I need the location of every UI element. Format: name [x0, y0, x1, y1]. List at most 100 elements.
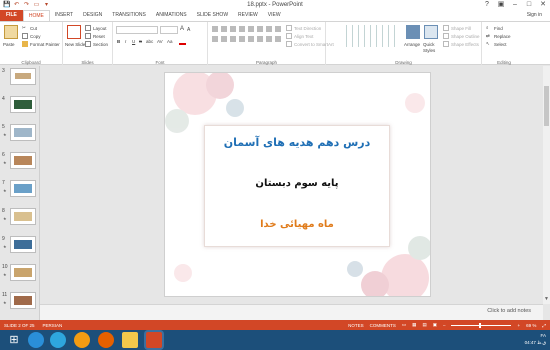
font-size-combobox[interactable]: [160, 26, 178, 34]
zoom-slider[interactable]: [451, 322, 512, 328]
smartart-icon: [286, 41, 292, 47]
slide-title[interactable]: درس دهم هدیه های آسمان: [205, 136, 389, 149]
tab-insert[interactable]: INSERT: [50, 10, 78, 21]
section-button[interactable]: Section: [85, 41, 108, 47]
italic-button[interactable]: I: [125, 39, 126, 44]
notes-pane[interactable]: Click to add notes: [40, 304, 543, 320]
shape-effects-button[interactable]: Shape Effects: [443, 41, 479, 47]
ie-icon[interactable]: [28, 332, 44, 348]
slide-canvas[interactable]: درس دهم هدیه های آسمان پایه سوم دبستان م…: [165, 73, 430, 296]
slide-subtitle[interactable]: پایه سوم دبستان: [205, 178, 389, 189]
replace-button[interactable]: ⇄ Replace: [486, 33, 511, 39]
zoom-in-icon[interactable]: +: [517, 323, 520, 328]
comments-button[interactable]: COMMENTS: [370, 323, 396, 328]
reading-view-icon[interactable]: ▤: [422, 322, 426, 328]
scrollbar-thumb[interactable]: [544, 86, 549, 126]
shape-fill-button[interactable]: Shape Fill: [443, 25, 471, 31]
slide-thumbnail[interactable]: [10, 264, 36, 281]
quick-styles-button[interactable]: Quick Styles: [423, 42, 437, 54]
text-direction-button[interactable]: Text Direction: [286, 25, 321, 31]
strikethrough-button[interactable]: S: [139, 39, 142, 44]
notes-button[interactable]: NOTES: [348, 323, 364, 328]
sign-in-link[interactable]: Sign in: [527, 10, 542, 21]
tab-review[interactable]: REVIEW: [233, 10, 263, 21]
slideshow-view-icon[interactable]: ▣: [433, 322, 437, 328]
arrange-icon[interactable]: [406, 25, 420, 39]
list-buttons-icon[interactable]: [212, 26, 282, 32]
new-slide-button[interactable]: New Slide: [65, 42, 85, 47]
paste-button[interactable]: Paste: [3, 42, 15, 47]
reset-button[interactable]: Reset: [85, 33, 105, 39]
format-painter-button[interactable]: Format Painter: [22, 41, 60, 47]
ribbon-display-icon[interactable]: ▣: [494, 0, 508, 10]
slide-thumbnail[interactable]: [10, 208, 36, 225]
scroll-down-icon[interactable]: ▼: [544, 296, 549, 302]
shrink-font-button[interactable]: A: [187, 27, 190, 33]
slide-teacher-name[interactable]: ماه مهیائی خدا: [205, 219, 389, 230]
vertical-scrollbar[interactable]: ▼: [543, 66, 550, 304]
tab-animations[interactable]: ANIMATIONS: [151, 10, 192, 21]
scissors-icon: ✂: [22, 25, 26, 30]
tab-view[interactable]: VIEW: [263, 10, 286, 21]
zoom-level[interactable]: 69 %: [526, 323, 536, 328]
bold-button[interactable]: B: [117, 39, 120, 44]
normal-view-icon[interactable]: ▭: [402, 322, 406, 328]
start-icon[interactable]: ⊞: [6, 332, 22, 348]
slide-thumbnail[interactable]: [10, 124, 36, 141]
close-icon[interactable]: ✕: [536, 0, 550, 10]
find-button[interactable]: ⌕ Find: [486, 25, 503, 31]
shapes-gallery[interactable]: [346, 25, 400, 47]
thumb-number: 5: [2, 124, 5, 130]
fit-to-window-icon[interactable]: ⤢: [542, 323, 546, 328]
maximize-icon[interactable]: □: [522, 0, 536, 10]
slide-thumbnail[interactable]: [10, 68, 36, 85]
underline-button[interactable]: U: [132, 39, 135, 44]
shape-outline-button[interactable]: Shape Outline: [443, 33, 480, 39]
telegram-icon[interactable]: [50, 332, 66, 348]
zoom-slider-thumb[interactable]: [479, 322, 482, 328]
change-case-button[interactable]: Aa: [167, 39, 173, 44]
brush-icon: [22, 41, 28, 47]
slides-group: New Slide Layout Reset Section Slides: [63, 22, 113, 65]
powerpoint-icon[interactable]: [146, 332, 162, 348]
align-text-button[interactable]: Align Text: [286, 33, 313, 39]
language-indicator[interactable]: PERSIAN: [43, 323, 63, 328]
media-player-icon[interactable]: [74, 332, 90, 348]
quick-styles-icon[interactable]: [424, 25, 438, 39]
paste-icon[interactable]: [4, 25, 18, 39]
title-card[interactable]: درس دهم هدیه های آسمان پایه سوم دبستان م…: [204, 125, 390, 247]
shape-outline-label: Shape Outline: [451, 33, 480, 39]
slide-thumbnail[interactable]: [10, 152, 36, 169]
tab-home[interactable]: HOME: [22, 9, 50, 22]
text-shadow-button[interactable]: abc: [146, 39, 153, 44]
slide-thumbnail[interactable]: [10, 96, 36, 113]
tab-design[interactable]: DESIGN: [78, 10, 107, 21]
slide-thumbnail[interactable]: [10, 292, 36, 309]
thumb-number: 10: [2, 264, 8, 270]
select-button[interactable]: ↖ Select: [486, 41, 507, 47]
clock[interactable]: 04:47 ق.ظ: [525, 339, 546, 346]
slide-sorter-icon[interactable]: ▦: [412, 322, 416, 328]
tab-file[interactable]: FILE: [0, 10, 23, 21]
editing-label: Editing: [497, 60, 511, 65]
copy-button[interactable]: Copy: [22, 33, 41, 39]
new-slide-icon[interactable]: [67, 25, 81, 39]
language-indicator-tray[interactable]: FA: [540, 333, 546, 338]
grow-font-button[interactable]: A: [180, 26, 184, 32]
align-buttons-icon[interactable]: [212, 36, 282, 42]
font-name-combobox[interactable]: [116, 26, 158, 34]
cut-button[interactable]: ✂ Cut: [22, 25, 37, 31]
file-explorer-icon[interactable]: [122, 332, 138, 348]
minimize-icon[interactable]: –: [508, 0, 522, 10]
layout-button[interactable]: Layout: [85, 25, 107, 31]
arrange-button[interactable]: Arrange: [404, 42, 420, 47]
tab-slide-show[interactable]: SLIDE SHOW: [192, 10, 233, 21]
font-color-icon[interactable]: [179, 39, 186, 45]
tab-transitions[interactable]: TRANSITIONS: [107, 10, 151, 21]
zoom-out-icon[interactable]: –: [443, 323, 446, 328]
firefox-icon[interactable]: [98, 332, 114, 348]
slide-thumbnail[interactable]: [10, 180, 36, 197]
help-icon[interactable]: ?: [480, 0, 494, 10]
char-spacing-button[interactable]: AV: [157, 39, 163, 44]
slide-thumbnail[interactable]: [10, 236, 36, 253]
